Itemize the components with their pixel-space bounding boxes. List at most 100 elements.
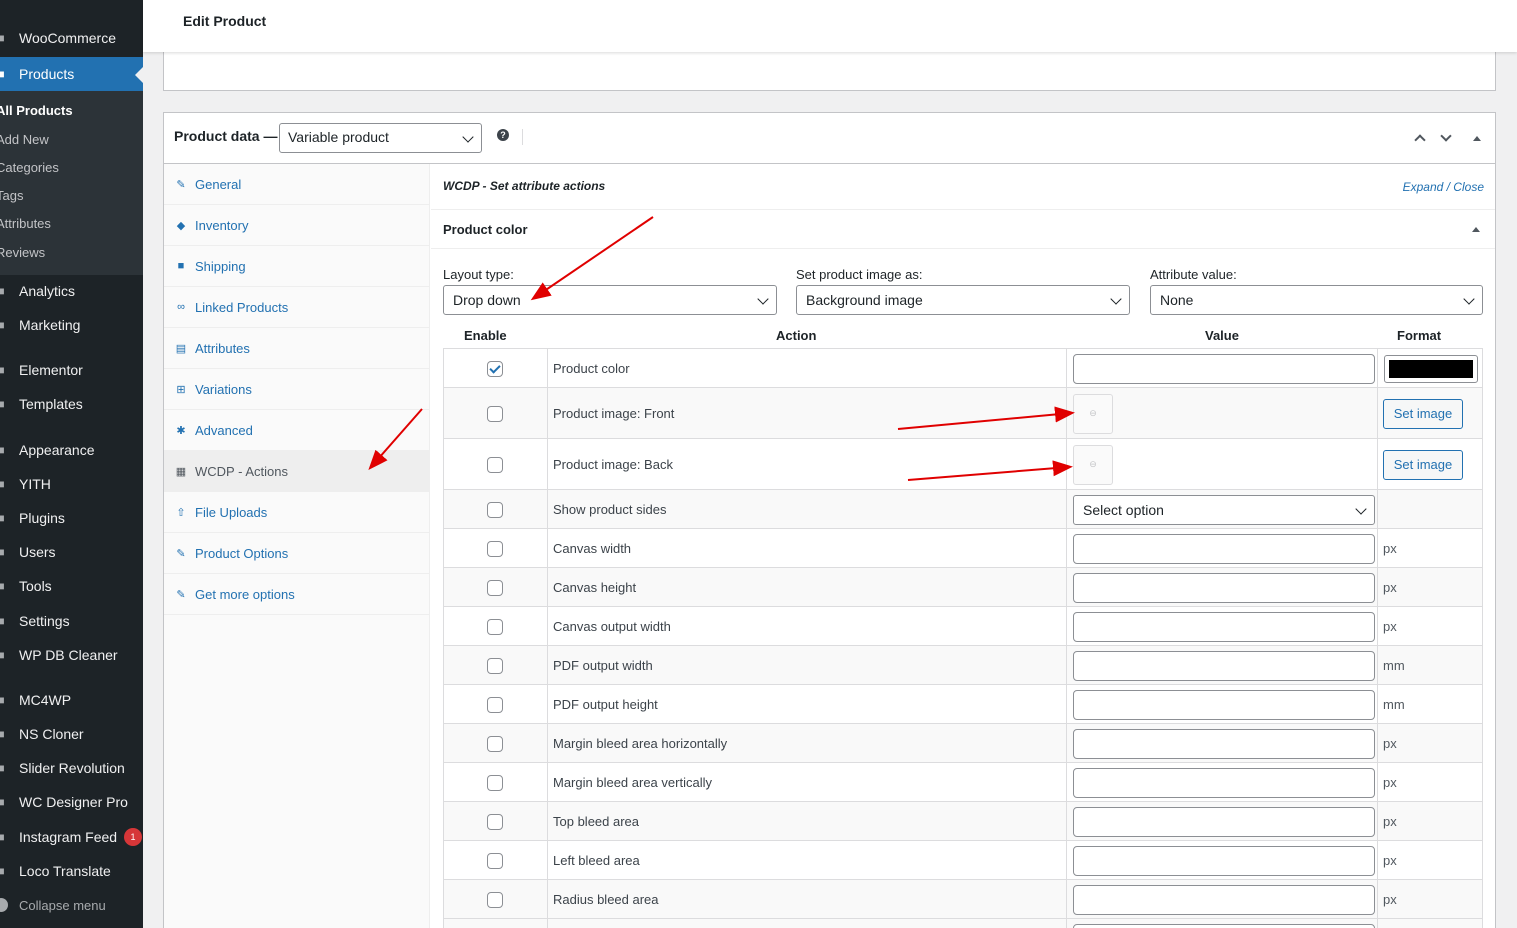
tab-file-uploads[interactable]: ⇧ File Uploads xyxy=(164,492,429,533)
enable-checkbox[interactable] xyxy=(487,891,503,908)
tab-variations[interactable]: ⊞ Variations xyxy=(164,369,429,410)
sidebar-item-wc-designer-pro[interactable]: ■ WC Designer Pro xyxy=(0,785,143,819)
submenu-tags[interactable]: Tags xyxy=(0,188,23,203)
sidebar-item-plugins[interactable]: ■ Plugins xyxy=(0,501,143,535)
expand-close-link[interactable]: Expand / Close xyxy=(1403,180,1484,194)
color-value-input[interactable] xyxy=(1073,353,1375,384)
help-icon[interactable]: ? xyxy=(497,129,509,141)
tab-inventory[interactable]: ◆ Inventory xyxy=(164,205,429,246)
sidebar-item-ns-cloner[interactable]: ■ NS Cloner xyxy=(0,717,143,751)
sidebar-item-appearance[interactable]: ■ Appearance xyxy=(0,433,143,467)
tab-linked-products[interactable]: ∞ Linked Products xyxy=(164,287,429,328)
tab-general[interactable]: ✎ General xyxy=(164,164,429,205)
sidebar-item-templates[interactable]: ■ Templates xyxy=(0,387,143,421)
value-input[interactable] xyxy=(1073,572,1375,603)
sidebar-item-woocommerce[interactable]: ■ WooCommerce xyxy=(0,21,143,55)
submenu-add-new[interactable]: Add New xyxy=(0,132,49,147)
sidebar-item-mc4wp[interactable]: ■ MC4WP xyxy=(0,683,143,717)
layout-type-select[interactable]: Drop down xyxy=(443,285,777,315)
table-row: Top bleed area px xyxy=(443,801,1483,840)
page-title: Edit Product xyxy=(183,13,267,29)
enable-checkbox[interactable] xyxy=(487,579,503,596)
chevron-down-icon xyxy=(757,293,769,305)
image-placeholder[interactable]: ⊖ xyxy=(1073,393,1113,434)
tab-get-more-options[interactable]: ✎ Get more options xyxy=(164,574,429,615)
tab-wcdp-actions[interactable]: ▦ WCDP - Actions xyxy=(164,451,429,492)
value-input[interactable] xyxy=(1073,533,1375,564)
enable-checkbox[interactable] xyxy=(487,774,503,791)
product-data-box: Product data — Variable product ? ✎ Gener… xyxy=(163,112,1496,928)
layout-type-value: Drop down xyxy=(453,292,521,308)
sidebar-item-instagram-feed[interactable]: ■ Instagram Feed 1 xyxy=(0,820,143,854)
cell-divider xyxy=(547,685,548,723)
sidebar-item-marketing[interactable]: ■ Marketing xyxy=(0,308,143,342)
sidebar-item-wp-db-cleaner[interactable]: ■ WP DB Cleaner xyxy=(0,638,143,672)
value-input[interactable] xyxy=(1073,689,1375,720)
value-input[interactable] xyxy=(1073,806,1375,837)
enable-checkbox[interactable] xyxy=(487,405,503,422)
image-placeholder[interactable]: ⊖ xyxy=(1073,444,1113,485)
cell-divider xyxy=(1066,646,1067,684)
tab-product-options[interactable]: ✎ Product Options xyxy=(164,533,429,574)
value-input[interactable] xyxy=(1073,767,1375,798)
sidebar-slider-icon: ■ xyxy=(0,761,5,775)
panel-title: WCDP - Set attribute actions xyxy=(443,179,606,193)
unit-label: px xyxy=(1383,540,1397,556)
enable-checkbox[interactable] xyxy=(487,456,503,473)
enable-checkbox[interactable] xyxy=(487,360,503,377)
cell-divider xyxy=(1377,388,1378,438)
enable-checkbox[interactable] xyxy=(487,852,503,869)
value-input[interactable] xyxy=(1073,611,1375,642)
toggle-panel-button[interactable] xyxy=(1468,129,1486,147)
chevron-down-icon xyxy=(1110,293,1122,305)
sidebar-item-elementor[interactable]: ■ Elementor xyxy=(0,353,143,387)
cell-divider xyxy=(1377,685,1378,723)
list-icon: ▤ xyxy=(175,342,187,355)
submenu-all-products[interactable]: All Products xyxy=(0,103,73,118)
attribute-header[interactable]: Product color xyxy=(431,211,1495,249)
value-input[interactable] xyxy=(1073,728,1375,759)
set-image-button[interactable]: Set image xyxy=(1383,449,1463,480)
enable-checkbox[interactable] xyxy=(487,540,503,557)
color-swatch[interactable] xyxy=(1384,354,1478,383)
sidebar-item-users[interactable]: ■ Users xyxy=(0,535,143,569)
cell-divider xyxy=(1066,880,1067,918)
tab-shipping[interactable]: ■ Shipping xyxy=(164,246,429,287)
sidebar-item-loco-translate[interactable]: ■ Loco Translate xyxy=(0,854,143,888)
action-label: Canvas output width xyxy=(553,618,671,634)
tab-attributes[interactable]: ▤ Attributes xyxy=(164,328,429,369)
value-input[interactable] xyxy=(1073,650,1375,681)
submenu-reviews[interactable]: Reviews xyxy=(0,245,45,260)
cell-divider xyxy=(547,490,548,528)
sidebar-item-yith[interactable]: ■ YITH xyxy=(0,467,143,501)
value-input[interactable] xyxy=(1073,884,1375,915)
product-type-select[interactable]: Variable product xyxy=(279,123,482,153)
product-data-tabs: ✎ General ◆ Inventory ■ Shipping ∞ Linked Produ… xyxy=(164,164,430,928)
enable-checkbox[interactable] xyxy=(487,618,503,635)
sidebar-item-tools[interactable]: ■ Tools xyxy=(0,569,143,603)
sidebar-item-products[interactable]: ■ Products xyxy=(0,57,143,91)
product-image-select[interactable]: Background image xyxy=(796,285,1130,315)
unit-label: px xyxy=(1383,579,1397,595)
enable-checkbox[interactable] xyxy=(487,696,503,713)
tab-advanced[interactable]: ✱ Advanced xyxy=(164,410,429,451)
sidebar-item-slider-revolution[interactable]: ■ Slider Revolution xyxy=(0,751,143,785)
show-sides-select[interactable]: Select option xyxy=(1073,494,1375,525)
submenu-categories[interactable]: Categories xyxy=(0,160,59,175)
enable-checkbox[interactable] xyxy=(487,501,503,518)
action-label: Top bleed area xyxy=(553,813,640,829)
sidebar-item-analytics[interactable]: ■ Analytics xyxy=(0,274,143,308)
enable-checkbox[interactable] xyxy=(487,813,503,830)
attribute-value-select[interactable]: None xyxy=(1150,285,1483,315)
enable-checkbox[interactable] xyxy=(487,657,503,674)
enable-checkbox[interactable] xyxy=(487,735,503,752)
set-image-button[interactable]: Set image xyxy=(1383,398,1463,429)
cell-divider xyxy=(1377,919,1378,928)
table-row: Radius bleed area px xyxy=(443,879,1483,918)
value-input[interactable] xyxy=(1073,845,1375,876)
move-up-button[interactable] xyxy=(1411,129,1429,147)
submenu-attributes[interactable]: Attributes xyxy=(0,216,51,231)
sidebar-item-settings[interactable]: ■ Settings xyxy=(0,604,143,638)
move-down-button[interactable] xyxy=(1437,129,1455,147)
value-input[interactable] xyxy=(1073,924,1375,928)
